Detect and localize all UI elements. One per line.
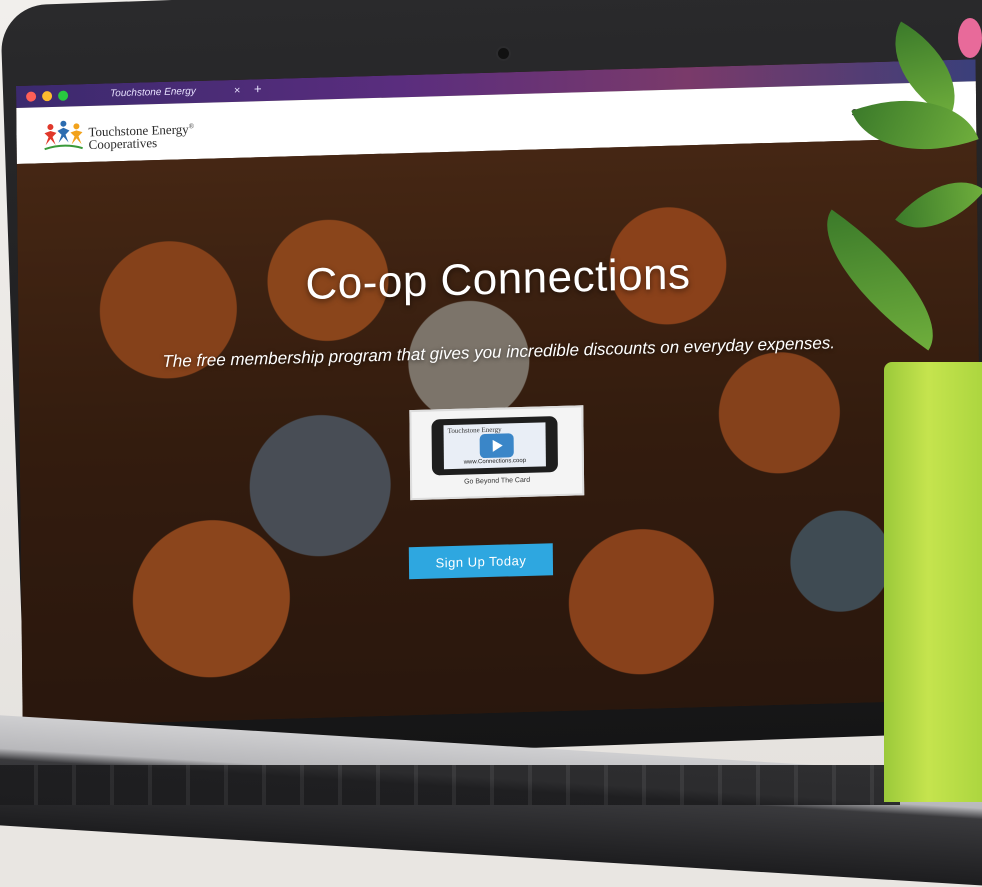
logo-registered-mark: ® xyxy=(188,122,195,131)
video-thumbnail[interactable]: Touchstone Energy www.Connections.coop G… xyxy=(409,405,585,501)
keyboard-keys xyxy=(0,765,900,805)
close-tab-icon[interactable]: × xyxy=(234,82,241,100)
video-caption: Go Beyond The Card xyxy=(464,476,531,486)
video-url: www.Connections.coop xyxy=(463,457,527,466)
minimize-window-icon[interactable] xyxy=(42,90,53,102)
phone-image: Touchstone Energy www.Connections.coop xyxy=(431,416,558,476)
webcam xyxy=(498,48,509,59)
sign-up-button[interactable]: Sign Up Today xyxy=(408,543,554,580)
laptop-screen: Touchstone Energy × + Touchstone Energy®… xyxy=(16,59,982,727)
close-window-icon[interactable] xyxy=(26,91,37,102)
play-icon xyxy=(492,439,503,452)
touchstone-people-icon xyxy=(44,120,83,151)
phone-screen: Touchstone Energy www.Connections.coop xyxy=(443,422,546,470)
play-button[interactable] xyxy=(479,433,514,459)
flower-bud xyxy=(958,18,982,58)
plant-pot xyxy=(884,362,982,802)
maximize-window-icon[interactable] xyxy=(58,90,69,101)
logo-line2: Cooperatives xyxy=(88,135,158,153)
new-tab-icon[interactable]: + xyxy=(254,80,262,98)
touchstone-logo[interactable]: Touchstone Energy® Cooperatives xyxy=(42,115,202,153)
